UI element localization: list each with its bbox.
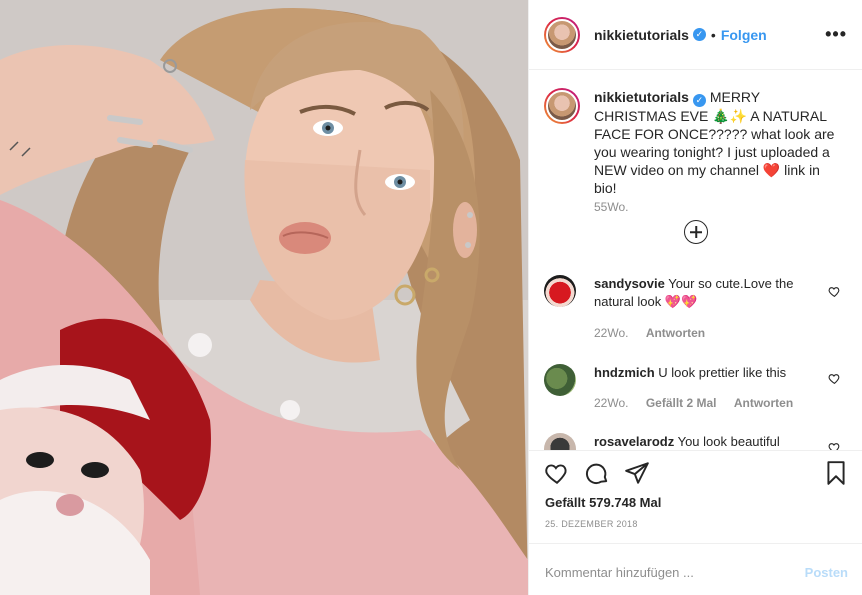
comment-text-block: rosavelarodz You look beautiful [594,433,814,450]
like-comment-heart-icon[interactable] [828,285,841,298]
share-paper-plane-icon[interactable] [624,460,650,486]
commenter-username[interactable]: rosavelarodz [594,434,674,449]
comment-bubble-icon[interactable] [584,460,610,486]
reply-button[interactable]: Antworten [734,396,793,410]
commenter-avatar[interactable] [544,364,576,396]
like-comment-heart-icon[interactable] [828,441,841,450]
like-heart-icon[interactable] [544,460,570,486]
comment-likes[interactable]: Gefällt 2 Mal [646,396,717,410]
comment-item: rosavelarodz You look beautiful [544,433,849,450]
commenter-avatar[interactable] [544,433,576,450]
comment-text-block: hndzmich U look prettier like this [594,364,814,382]
post-photo[interactable] [0,0,528,595]
caption-username[interactable]: nikkietutorials [594,89,689,105]
comment-time[interactable]: 22Wo. [594,396,628,410]
caption-time[interactable]: 55Wo. [594,200,628,214]
follow-button[interactable]: Folgen [721,27,767,43]
commenter-username[interactable]: hndzmich [594,365,655,380]
caption-avatar[interactable] [544,88,580,124]
like-comment-heart-icon[interactable] [828,372,841,385]
commenter-username[interactable]: sandysovie [594,276,665,291]
separator-dot: • [710,26,716,43]
comment-input[interactable]: Kommentar hinzufügen ... [545,565,694,580]
verified-badge-icon: ✓ [692,94,706,107]
action-bar [544,460,849,488]
comment-time[interactable]: 22Wo. [594,326,628,340]
post-header: nikkietutorials ✓ • Folgen ••• [529,0,862,70]
load-more-comments-icon[interactable] [684,220,708,244]
comment-composer: Kommentar hinzufügen ... Posten [529,543,862,595]
reply-button[interactable]: Antworten [646,326,705,340]
post-comment-button[interactable]: Posten [805,565,848,580]
caption-text: MERRY CHRISTMAS EVE 🎄✨ A NATURAL FACE FO… [594,89,835,196]
post-caption: nikkietutorials ✓ MERRY CHRISTMAS EVE 🎄✨ … [544,88,849,214]
more-options-icon[interactable]: ••• [825,24,847,45]
likes-count[interactable]: Gefällt 579.748 Mal [545,495,661,510]
comment-meta: 22Wo. Antworten [594,326,719,340]
comment-meta: 22Wo. Gefällt 2 Mal Antworten [594,396,807,410]
post-date: 25. DEZEMBER 2018 [545,519,638,529]
selfie-image [0,0,528,595]
commenter-avatar[interactable] [544,275,576,307]
author-username[interactable]: nikkietutorials [594,27,689,43]
comment-text: You look beautiful [677,434,780,449]
author-avatar[interactable] [544,16,580,53]
verified-badge-icon: ✓ [692,28,706,41]
comment-text-block: sandysovie Your so cute.Love the natural… [594,275,814,311]
caption-text-block: nikkietutorials ✓ MERRY CHRISTMAS EVE 🎄✨ … [594,88,839,197]
comment-text: U look prettier like this [658,365,787,380]
instagram-post: nikkietutorials ✓ • Folgen ••• nikkietut… [0,0,862,595]
post-sidebar: nikkietutorials ✓ • Folgen ••• nikkietut… [528,0,862,595]
save-bookmark-icon[interactable] [823,460,849,486]
actions-divider [529,450,862,451]
